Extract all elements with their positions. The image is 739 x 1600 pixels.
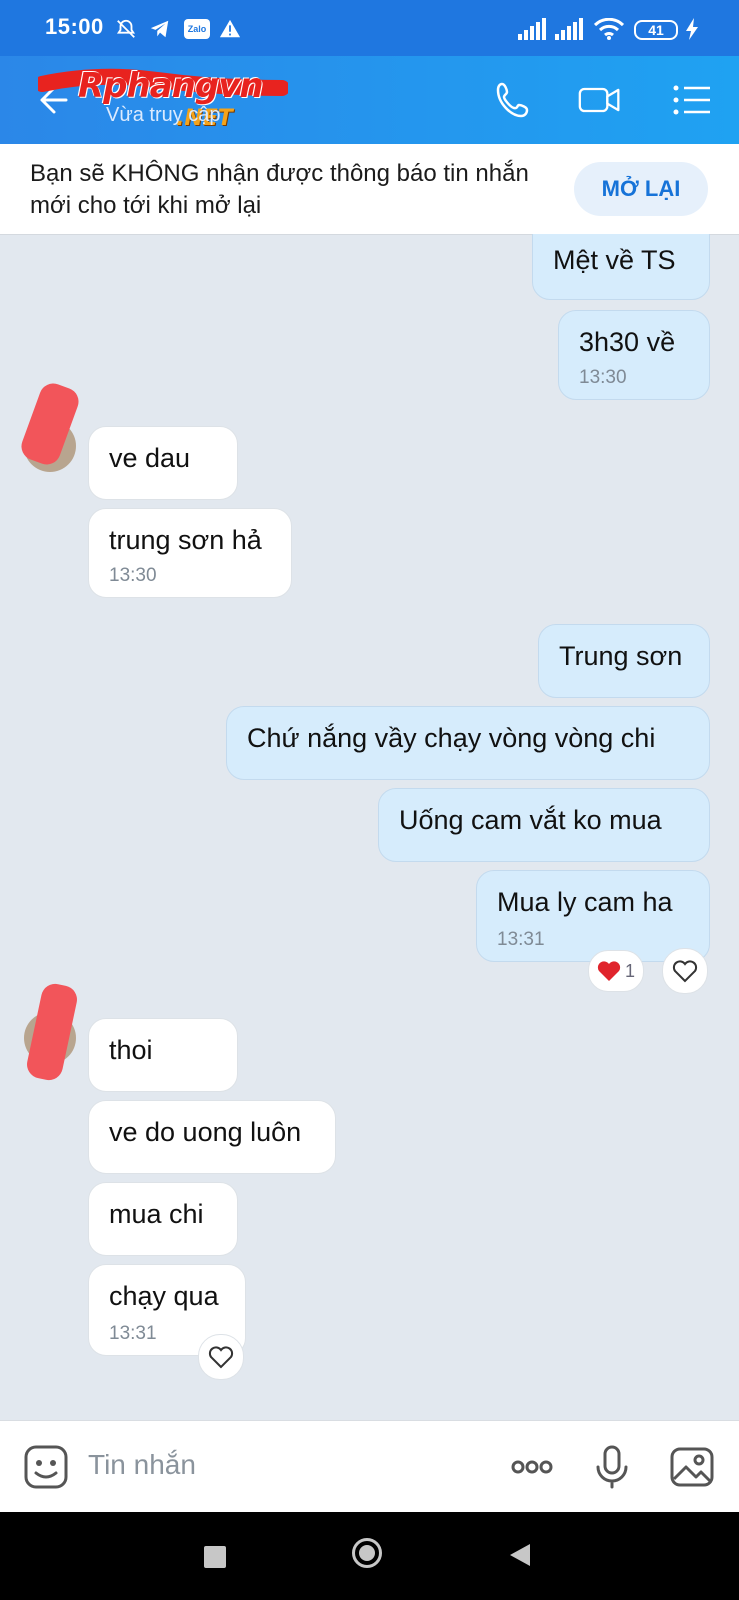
message-text: chạy qua [109, 1281, 219, 1311]
menu-icon[interactable] [670, 78, 714, 122]
message-text: ve do uong luôn [109, 1117, 302, 1147]
video-call-icon[interactable] [578, 78, 622, 122]
sticker-icon[interactable] [22, 1443, 70, 1491]
signal-icon [555, 18, 583, 40]
heart-filled-icon [597, 961, 621, 981]
message-text: Mệt về TS [553, 245, 676, 275]
reaction-count: 1 [625, 960, 636, 981]
zalo-icon: Zalo [184, 19, 210, 39]
system-nav-bar [0, 1512, 739, 1600]
mute-icon [116, 19, 136, 38]
status-bar: 15:00 Zalo 41 [0, 0, 739, 56]
message-bubble-incoming[interactable]: ve do uong luôn [88, 1100, 336, 1174]
message-text: trung sơn hả [109, 525, 262, 555]
reopen-button[interactable]: MỞ LẠI [574, 162, 708, 216]
message-time: 13:30 [579, 367, 627, 388]
message-bubble-outgoing[interactable]: 3h30 về 13:30 [558, 310, 710, 400]
message-text: thoi [109, 1035, 153, 1065]
react-button[interactable] [662, 948, 708, 994]
chat-header: Rphangvn .NET Vừa truy cập [0, 56, 739, 144]
message-time: 13:31 [497, 929, 545, 950]
image-icon[interactable] [668, 1443, 716, 1491]
message-time: 13:30 [109, 565, 157, 586]
battery-level: 41 [648, 22, 664, 38]
message-input[interactable]: Tin nhắn [88, 1449, 196, 1481]
react-button[interactable] [198, 1334, 244, 1380]
more-icon[interactable] [508, 1443, 556, 1491]
telegram-icon [150, 20, 169, 38]
recent-apps-icon[interactable] [204, 1546, 226, 1568]
message-text: 3h30 về [579, 327, 676, 357]
home-icon[interactable] [352, 1538, 382, 1568]
message-bubble-incoming[interactable]: thoi [88, 1018, 238, 1092]
message-bubble-incoming[interactable]: mua chi [88, 1182, 238, 1256]
message-text: Uống cam vắt ko mua [399, 805, 662, 835]
message-text: mua chi [109, 1199, 204, 1229]
message-time: 13:31 [109, 1323, 157, 1344]
charging-icon [686, 18, 698, 40]
watermark-text: Rphangvn [78, 66, 264, 106]
message-bubble-outgoing[interactable]: Chứ nắng vầy chạy vòng vòng chi [226, 706, 710, 780]
signal-icon [518, 18, 546, 40]
message-bubble-outgoing[interactable]: Mua ly cam ha 13:31 [476, 870, 710, 962]
status-time: 15:00 [45, 14, 104, 39]
wifi-icon [594, 18, 624, 40]
warning-icon [219, 19, 241, 38]
heart-outline-icon [672, 960, 698, 983]
message-text: Trung sơn [559, 641, 683, 671]
microphone-icon[interactable] [588, 1443, 636, 1491]
message-bubble-incoming[interactable]: trung sơn hả 13:30 [88, 508, 292, 598]
message-composer: Tin nhắn [0, 1420, 739, 1513]
message-list[interactable]: Mệt về TS 3h30 về 13:30 ve dau trung sơn… [0, 234, 739, 1420]
message-text: Chứ nắng vầy chạy vòng vòng chi [247, 723, 656, 753]
reaction-summary[interactable]: 1 [588, 950, 645, 992]
heart-outline-icon [208, 1346, 234, 1369]
message-bubble-incoming[interactable]: ve dau [88, 426, 238, 500]
message-bubble-outgoing[interactable]: Uống cam vắt ko mua [378, 788, 710, 862]
phone-icon[interactable] [492, 78, 536, 122]
notification-muted-banner: Bạn sẽ KHÔNG nhận được thông báo tin nhắ… [0, 144, 739, 235]
message-text: Mua ly cam ha [497, 887, 673, 917]
back-icon[interactable] [508, 1542, 532, 1568]
banner-text: Bạn sẽ KHÔNG nhận được thông báo tin nhắ… [30, 160, 529, 219]
message-text: ve dau [109, 443, 191, 473]
battery-icon: 41 [634, 20, 678, 40]
contact-status: Vừa truy cập [106, 104, 221, 126]
message-bubble-outgoing[interactable]: Mệt về TS [532, 234, 710, 300]
message-bubble-outgoing[interactable]: Trung sơn [538, 624, 710, 698]
